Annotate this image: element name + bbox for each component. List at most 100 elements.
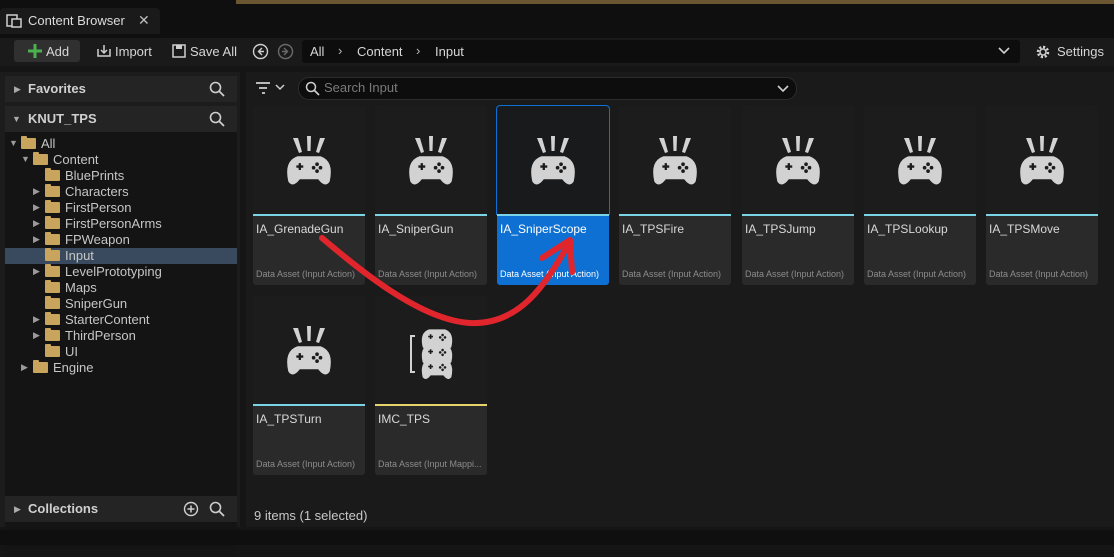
back-icon[interactable] xyxy=(252,43,269,60)
tab-bar: Content Browser ✕ xyxy=(0,0,1114,38)
tree-item-label: Content xyxy=(53,152,99,167)
chevron-down-icon[interactable] xyxy=(777,85,789,93)
gamepad-icon xyxy=(776,136,820,185)
tree-item-label: ThirdPerson xyxy=(65,328,136,343)
chevron-right-icon[interactable]: ▶ xyxy=(33,266,40,277)
chevron-right-icon[interactable]: ▶ xyxy=(33,234,40,245)
plus-icon xyxy=(28,44,42,58)
chevron-down-icon[interactable]: ▼ xyxy=(9,138,18,148)
asset-type: Data Asset (Input Action) xyxy=(622,269,722,279)
tree-item-fpweapon[interactable]: ▶ FPWeapon xyxy=(5,232,237,248)
asset-name: IA_GrenadeGun xyxy=(256,222,344,236)
asset-tile[interactable]: IA_SniperScope Data Asset (Input Action) xyxy=(496,105,610,285)
folder-icon xyxy=(45,184,60,197)
search-icon[interactable] xyxy=(209,111,225,127)
add-label: Add xyxy=(46,44,70,59)
chevron-down-icon[interactable]: ▼ xyxy=(21,154,30,164)
asset-type: Data Asset (Input Action) xyxy=(378,269,478,279)
gamepad-icon xyxy=(898,136,942,185)
asset-tile[interactable]: IA_TPSLookup Data Asset (Input Action) xyxy=(864,106,976,285)
chevron-right-icon[interactable]: ▶ xyxy=(33,218,40,229)
viewport-edge xyxy=(236,0,1114,4)
asset-type: Data Asset (Input Action) xyxy=(256,269,356,279)
asset-tile[interactable]: IMC_TPS Data Asset (Input Mappi... xyxy=(375,296,487,475)
chevron-right-icon[interactable]: ▶ xyxy=(33,202,40,213)
search-icon[interactable] xyxy=(209,81,225,97)
breadcrumb-item-content[interactable]: Content xyxy=(357,44,403,59)
folder-icon xyxy=(45,216,60,229)
chevron-right-icon: ▶ xyxy=(14,84,21,94)
tree-item-firstperson[interactable]: ▶ FirstPerson xyxy=(5,200,237,216)
chevron-down-icon[interactable] xyxy=(998,47,1010,55)
folder-icon xyxy=(33,360,48,373)
folder-icon xyxy=(45,168,60,181)
tab-content-browser[interactable]: Content Browser ✕ xyxy=(0,8,160,34)
tree-item-firstpersonarms[interactable]: ▶ FirstPersonArms xyxy=(5,216,237,232)
asset-name: IA_TPSMove xyxy=(989,222,1060,236)
gear-icon xyxy=(1036,45,1050,59)
asset-thumbnail xyxy=(864,106,976,214)
gamepad-icon xyxy=(531,136,575,185)
tab-title: Content Browser xyxy=(28,13,125,28)
chevron-right-icon[interactable]: ▶ xyxy=(33,314,40,325)
asset-tile[interactable]: IA_TPSJump Data Asset (Input Action) xyxy=(742,106,854,285)
folder-icon xyxy=(45,280,60,293)
asset-tile[interactable]: IA_TPSFire Data Asset (Input Action) xyxy=(619,106,731,285)
gamepad-icon xyxy=(287,326,331,375)
tree-item-characters[interactable]: ▶ Characters xyxy=(5,184,237,200)
tree-item-content[interactable]: ▼ Content xyxy=(5,152,237,168)
favorites-label: Favorites xyxy=(28,81,86,96)
tree-item-maps[interactable]: Maps xyxy=(5,280,237,296)
search-icon xyxy=(305,81,320,96)
tree-item-blueprints[interactable]: BluePrints xyxy=(5,168,237,184)
tree-item-all[interactable]: ▼ All xyxy=(5,136,237,152)
folder-icon xyxy=(45,232,60,245)
asset-thumbnail xyxy=(253,296,365,404)
tree-item-startercontent[interactable]: ▶ StarterContent xyxy=(5,312,237,328)
asset-tile[interactable]: IA_TPSTurn Data Asset (Input Action) xyxy=(253,296,365,475)
chevron-right-icon: › xyxy=(338,43,343,58)
chevron-right-icon[interactable]: ▶ xyxy=(33,330,40,341)
tree-item-levelprototyping[interactable]: ▶ LevelPrototyping xyxy=(5,264,237,280)
tree-item-engine[interactable]: ▶ Engine xyxy=(5,360,237,376)
asset-thumbnail xyxy=(375,106,487,214)
search-icon[interactable] xyxy=(209,501,225,517)
asset-name: IA_SniperGun xyxy=(378,222,454,236)
folder-icon xyxy=(45,344,60,357)
asset-thumbnail xyxy=(986,106,1098,214)
add-circle-icon[interactable] xyxy=(183,501,199,517)
asset-type: Data Asset (Input Action) xyxy=(989,269,1089,279)
asset-tile[interactable]: IA_SniperGun Data Asset (Input Action) xyxy=(375,106,487,285)
breadcrumb-item-all[interactable]: All xyxy=(310,44,324,59)
asset-tile[interactable]: IA_TPSMove Data Asset (Input Action) xyxy=(986,106,1098,285)
search-input[interactable]: Search Input xyxy=(298,77,797,100)
folder-icon xyxy=(45,264,60,277)
save-all-button[interactable]: Save All xyxy=(170,40,240,62)
status-text: 9 items (1 selected) xyxy=(254,508,368,523)
forward-icon[interactable] xyxy=(277,43,294,60)
chevron-right-icon[interactable]: ▶ xyxy=(33,186,40,197)
project-header[interactable]: ▼ KNUT_TPS xyxy=(5,106,237,132)
add-button[interactable]: Add xyxy=(14,40,80,62)
folder-icon xyxy=(45,200,60,213)
import-label: Import xyxy=(115,44,152,59)
tree-item-ui[interactable]: UI xyxy=(5,344,237,360)
close-icon[interactable]: ✕ xyxy=(138,12,150,29)
tree-item-snipergun[interactable]: SniperGun xyxy=(5,296,237,312)
asset-name: IA_TPSJump xyxy=(745,222,816,236)
folder-icon xyxy=(45,248,60,261)
tree-item-input[interactable]: Input xyxy=(5,248,237,264)
asset-tile[interactable]: IA_GrenadeGun Data Asset (Input Action) xyxy=(253,106,365,285)
collections-header[interactable]: ▶ Collections xyxy=(5,496,237,522)
asset-name: IA_SniperScope xyxy=(500,222,587,236)
breadcrumb: All › Content › Input xyxy=(302,40,1020,63)
import-button[interactable]: Import xyxy=(94,40,158,62)
favorites-header[interactable]: ▶ Favorites xyxy=(5,76,237,102)
chevron-right-icon[interactable]: ▶ xyxy=(21,362,28,373)
asset-type-bar xyxy=(375,404,487,406)
breadcrumb-item-input[interactable]: Input xyxy=(435,44,464,59)
tree-item-thirdperson[interactable]: ▶ ThirdPerson xyxy=(5,328,237,344)
settings-button[interactable]: Settings xyxy=(1032,40,1112,62)
folder-icon xyxy=(45,296,60,309)
filter-icon[interactable] xyxy=(254,80,288,96)
